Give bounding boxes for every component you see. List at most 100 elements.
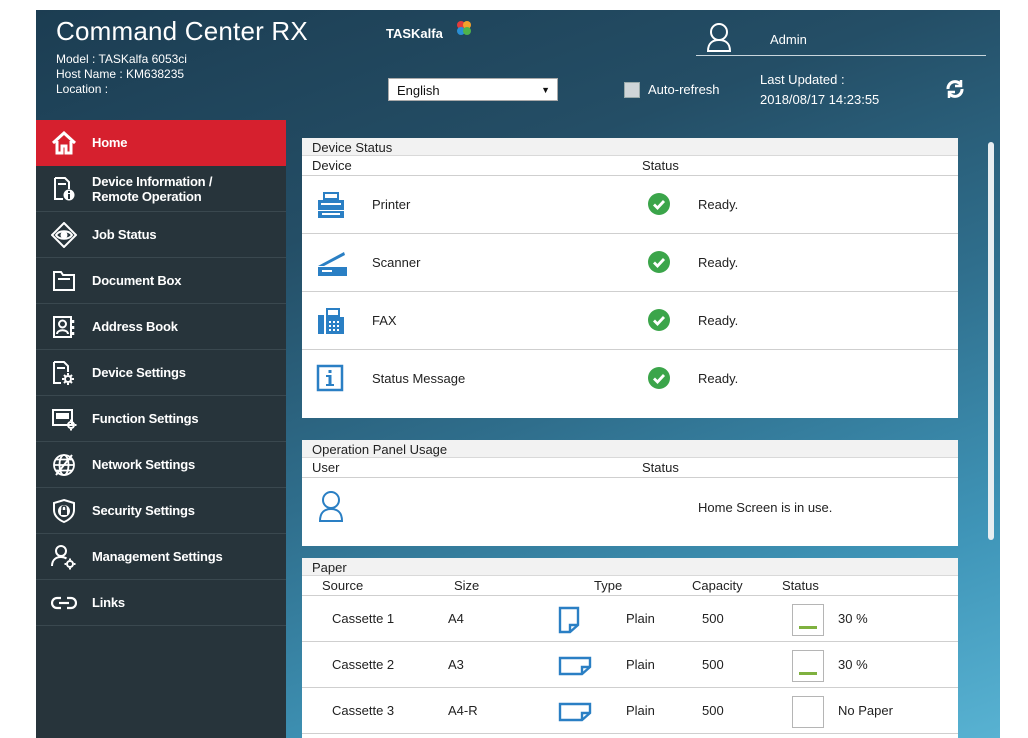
sidebar-item-label: Job Status [92, 227, 157, 242]
eye-icon [50, 221, 78, 249]
sidebar-item-home[interactable]: Home [36, 120, 286, 166]
sidebar-item-network-settings[interactable]: Network Settings [36, 442, 286, 488]
device-info-icon [50, 175, 78, 203]
header-divider [696, 55, 986, 56]
sidebar-item-label: Device Settings [92, 365, 186, 380]
location-label: Location : [56, 82, 109, 96]
printer-icon [316, 190, 346, 223]
paper-capacity: 500 [702, 611, 724, 626]
host-name-label: Host Name : KM638235 [56, 67, 185, 81]
sidebar-item-document-box[interactable]: Document Box [36, 258, 286, 304]
main-content: Device Status Device Status Printer Read… [302, 138, 958, 738]
paper-level-fill [799, 626, 817, 629]
column-header-device: Device [312, 158, 352, 173]
paper-source: Cassette 1 [332, 611, 395, 626]
device-row-fax[interactable]: FAX Ready. [302, 292, 958, 350]
device-name: FAX [372, 313, 397, 328]
user-icon[interactable] [706, 22, 732, 57]
sidebar-item-function-settings[interactable]: Function Settings [36, 396, 286, 442]
brand-name: TASKalfa [386, 26, 443, 41]
check-icon [648, 367, 670, 392]
paper-panel: Paper Source Size Type Capacity Status C… [302, 558, 958, 738]
home-icon [50, 129, 78, 157]
paper-status: 30 % [838, 657, 868, 672]
paper-row-cassette-2[interactable]: Cassette 2 A3 Plain 500 30 % [302, 642, 958, 688]
sidebar-item-device-information[interactable]: Device Information / Remote Operation [36, 166, 286, 212]
panel-title: Device Status [302, 138, 958, 156]
table-header: Device Status [302, 156, 958, 176]
sidebar-item-address-book[interactable]: Address Book [36, 304, 286, 350]
device-name: Printer [372, 197, 411, 212]
sidebar-item-management-settings[interactable]: Management Settings [36, 534, 286, 580]
column-header-type: Type [594, 578, 623, 593]
last-updated-label: Last Updated : [760, 72, 845, 87]
globe-icon [50, 451, 78, 479]
paper-capacity: 500 [702, 657, 724, 672]
device-row-printer[interactable]: Printer Ready. [302, 176, 958, 234]
sidebar-item-label: Security Settings [92, 503, 195, 518]
folder-icon [50, 267, 78, 295]
paper-level-fill [799, 672, 817, 675]
user-name[interactable]: Admin [770, 32, 807, 47]
column-header-size: Size [454, 578, 480, 593]
info-icon [316, 364, 344, 395]
check-icon [648, 251, 670, 276]
panel-title: Paper [302, 558, 958, 576]
device-status-text: Ready. [698, 371, 739, 386]
operation-panel-status: Home Screen is in use. [698, 500, 833, 515]
paper-row-cassette-1[interactable]: Cassette 1 A4 Plain 500 30 % [302, 596, 958, 642]
sidebar-item-label: Links [92, 595, 125, 610]
device-status-text: Ready. [698, 197, 739, 212]
sidebar-item-label: Network Settings [92, 457, 195, 472]
sidebar-item-label: Management Settings [92, 549, 223, 564]
paper-row-cassette-3[interactable]: Cassette 3 A4-R Plain 500 No Paper [302, 688, 958, 734]
brand-logo-icon [456, 20, 472, 41]
paper-type: Plain [626, 611, 655, 626]
function-settings-icon [50, 405, 78, 433]
app-window: Command Center RX Model : TASKalfa 6053c… [36, 10, 1000, 738]
sidebar-item-links[interactable]: Links [36, 580, 286, 626]
device-status-text: Ready. [698, 255, 739, 270]
vertical-scrollbar[interactable] [988, 142, 994, 540]
device-row-status-message[interactable]: Status Message Ready. [302, 350, 958, 408]
sidebar-item-job-status[interactable]: Job Status [36, 212, 286, 258]
device-name: Scanner [372, 255, 421, 270]
scanner-icon [316, 248, 348, 281]
address-book-icon [50, 313, 78, 341]
language-select[interactable]: English ▼ [388, 78, 558, 101]
chevron-down-icon: ▼ [541, 85, 550, 95]
paper-size: A4 [448, 611, 464, 626]
sidebar-item-security-settings[interactable]: Security Settings [36, 488, 286, 534]
language-select-value: English [397, 83, 440, 98]
paper-status: 30 % [838, 611, 868, 626]
auto-refresh-label[interactable]: Auto-refresh [648, 82, 720, 97]
refresh-icon[interactable] [944, 78, 966, 105]
paper-source: Cassette 3 [332, 703, 395, 718]
link-icon [50, 589, 78, 617]
check-icon [648, 193, 670, 218]
paper-level-gauge [792, 604, 824, 636]
usage-row: Home Screen is in use. [302, 478, 958, 536]
sidebar-item-label: Home [92, 135, 128, 150]
sidebar-item-device-settings[interactable]: Device Settings [36, 350, 286, 396]
check-icon [648, 309, 670, 334]
paper-type: Plain [626, 703, 655, 718]
sidebar-item-label: Device Information / Remote Operation [92, 173, 213, 204]
sidebar-item-label: Address Book [92, 319, 178, 334]
column-header-status: Status [642, 158, 679, 173]
paper-landscape-icon [558, 702, 592, 725]
sidebar-nav: Home Device Information / Remote Operati… [36, 120, 286, 738]
paper-level-gauge [792, 650, 824, 682]
column-header-source: Source [322, 578, 364, 593]
device-status-panel: Device Status Device Status Printer Read… [302, 138, 958, 418]
paper-type: Plain [626, 657, 655, 672]
management-icon [50, 543, 78, 571]
table-header: User Status [302, 458, 958, 478]
operation-panel-usage-panel: Operation Panel Usage User Status Home S… [302, 440, 958, 546]
auto-refresh-checkbox[interactable] [624, 82, 640, 98]
paper-status: No Paper [838, 703, 893, 718]
device-row-scanner[interactable]: Scanner Ready. [302, 234, 958, 292]
paper-source: Cassette 2 [332, 657, 395, 672]
shield-icon [50, 497, 78, 525]
column-header-capacity: Capacity [692, 578, 743, 593]
